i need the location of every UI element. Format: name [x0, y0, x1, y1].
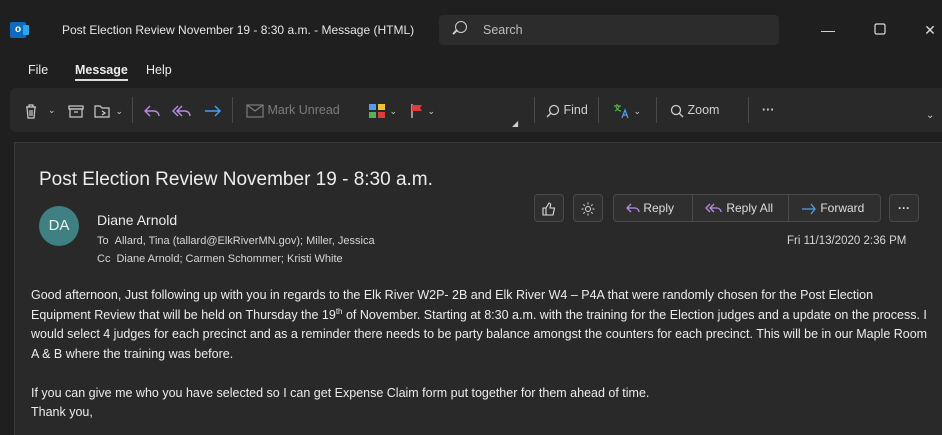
- ribbon-expand-chevron-icon[interactable]: ⌄: [926, 104, 934, 128]
- search-box[interactable]: Search: [439, 15, 779, 45]
- zoom-button[interactable]: Zoom: [670, 98, 719, 122]
- title-bar: o Post Election Review November 19 - 8:3…: [0, 0, 942, 60]
- reply-icon: [626, 203, 640, 213]
- menu-file[interactable]: File: [28, 63, 48, 77]
- reply-actions-group: Reply Reply All Forward: [613, 194, 881, 222]
- find-label: Find: [563, 103, 588, 117]
- categorize-icon: [369, 103, 385, 118]
- maximize-button[interactable]: [868, 18, 892, 42]
- archive-button[interactable]: [68, 98, 84, 122]
- move-button[interactable]: ⌄: [94, 98, 123, 122]
- reply-all-icon: [172, 105, 191, 117]
- trash-icon: [26, 104, 36, 119]
- search-placeholder: Search: [483, 23, 523, 37]
- ribbon-more-button[interactable]: ···: [762, 98, 775, 122]
- reading-pane: Post Election Review November 19 - 8:30 …: [14, 142, 942, 435]
- message-subject: Post Election Review November 19 - 8:30 …: [39, 169, 433, 190]
- ribbon-toolbar: ⌄ ⌄ Mark Unread ⌄ ⌄ ◢ Find ⌄ Zoom ··· ⌄: [10, 88, 942, 132]
- body-paragraph-2: If you can give me who you have selected…: [31, 385, 650, 400]
- reply-all-label: Reply All: [726, 201, 774, 215]
- mark-unread-button[interactable]: Mark Unread: [246, 98, 340, 122]
- move-folder-icon: [94, 105, 110, 118]
- tags-launcher-icon[interactable]: ◢: [512, 112, 518, 136]
- reply-all-ribbon-button[interactable]: [172, 98, 192, 122]
- find-button[interactable]: Find: [546, 98, 588, 122]
- envelope-icon: [246, 104, 264, 118]
- reply-all-icon: [705, 203, 722, 213]
- cc-line: Cc Diane Arnold; Carmen Schommer; Kristi …: [97, 253, 343, 265]
- avatar[interactable]: DA: [39, 206, 79, 246]
- reaction-button[interactable]: [573, 194, 603, 222]
- sent-date: Fri 11/13/2020 2:36 PM: [787, 235, 907, 247]
- ribbon-separator: [598, 97, 599, 123]
- menu-bar: File Message Help: [0, 60, 942, 82]
- forward-ribbon-button[interactable]: [204, 98, 222, 122]
- body-paragraph-3: Thank you,: [31, 405, 93, 419]
- forward-icon: [802, 203, 816, 215]
- ribbon-separator: [232, 97, 233, 123]
- sender-name[interactable]: Diane Arnold: [97, 212, 177, 228]
- categorize-button[interactable]: ⌄: [368, 98, 397, 122]
- flag-icon: [411, 103, 422, 118]
- reply-label: Reply: [643, 201, 675, 215]
- to-recipients[interactable]: Allard, Tina (tallard@ElkRiverMN.gov); M…: [115, 235, 375, 247]
- zoom-icon: [670, 104, 684, 118]
- translate-icon: [614, 103, 629, 118]
- translate-button[interactable]: ⌄: [612, 98, 641, 122]
- zoom-label: Zoom: [687, 103, 720, 117]
- message-more-button[interactable]: ···: [889, 194, 919, 222]
- message-body: Good afternoon, Just following up with y…: [31, 286, 933, 423]
- reply-icon: [144, 105, 160, 117]
- cc-recipients[interactable]: Diane Arnold; Carmen Schommer; Kristi Wh…: [116, 253, 342, 265]
- flag-button[interactable]: ⌄: [410, 98, 435, 122]
- reply-all-button[interactable]: Reply All: [692, 195, 788, 221]
- to-line: To Allard, Tina (tallard@ElkRiverMN.gov);…: [97, 235, 375, 247]
- ribbon-separator: [748, 97, 749, 123]
- close-window-button[interactable]: ✕: [918, 18, 942, 42]
- ribbon-separator: [656, 97, 657, 123]
- like-button[interactable]: [534, 194, 564, 222]
- menu-message[interactable]: Message: [75, 63, 128, 81]
- window-title: Post Election Review November 19 - 8:30 …: [62, 23, 415, 37]
- thumbs-up-icon: [542, 202, 556, 216]
- ribbon-separator: [534, 97, 535, 123]
- search-icon: [455, 21, 467, 33]
- ribbon-separator: [132, 97, 133, 123]
- to-label: To: [97, 235, 109, 247]
- delete-button[interactable]: [24, 98, 38, 122]
- reply-button[interactable]: Reply: [614, 195, 692, 221]
- find-icon: [546, 104, 560, 118]
- outlook-app-icon: o: [10, 22, 29, 38]
- body-paragraph-1: Good afternoon, Just following up with y…: [31, 286, 933, 364]
- reply-ribbon-button[interactable]: [144, 98, 160, 122]
- mark-unread-label: Mark Unread: [267, 103, 340, 117]
- archive-icon: [68, 105, 84, 118]
- forward-label: Forward: [820, 201, 865, 215]
- forward-button[interactable]: Forward: [788, 195, 880, 221]
- cc-label: Cc: [97, 253, 111, 265]
- forward-icon: [205, 105, 221, 117]
- minimize-button[interactable]: —: [816, 18, 840, 42]
- delete-dropdown[interactable]: ⌄: [48, 98, 56, 122]
- sun-icon: [581, 202, 595, 216]
- menu-help[interactable]: Help: [146, 63, 172, 77]
